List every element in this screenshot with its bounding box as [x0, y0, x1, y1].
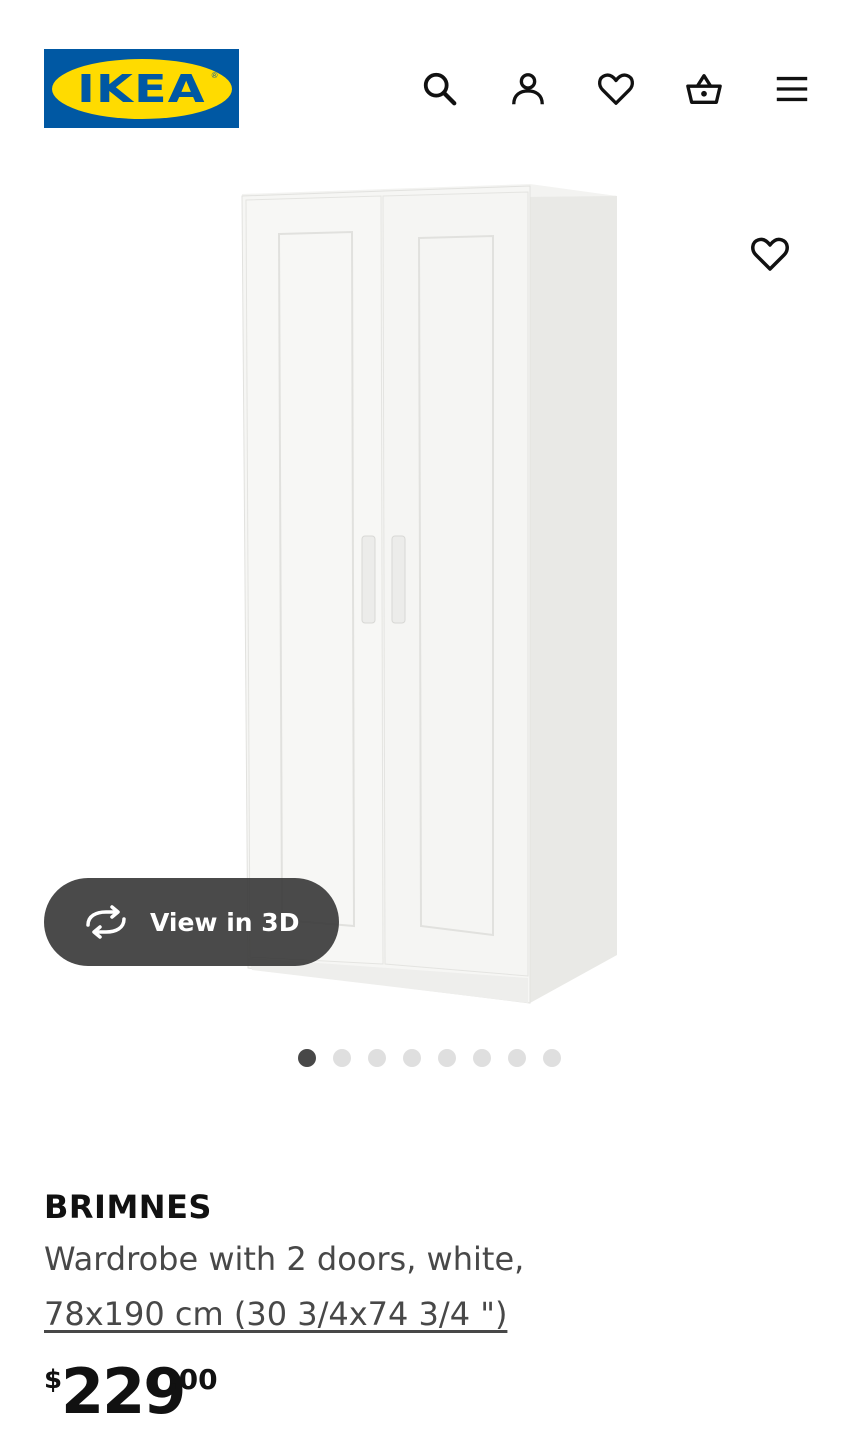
- product-page: IKEA ® View in 3D BRIMNES Wardrobe with …: [0, 0, 858, 1440]
- account-button[interactable]: [505, 66, 551, 112]
- favorites-icon: [598, 73, 634, 105]
- logo-wordmark: IKEA: [77, 66, 206, 111]
- logo-registered-mark: ®: [211, 70, 218, 80]
- add-to-favorites-button[interactable]: [746, 232, 794, 276]
- carousel-dot[interactable]: [437, 1049, 456, 1067]
- search-button[interactable]: [417, 66, 463, 112]
- view-in-3d-button[interactable]: View in 3D: [44, 878, 339, 966]
- menu-button[interactable]: [769, 66, 815, 112]
- carousel-dot[interactable]: [472, 1049, 491, 1067]
- rotate-3d-icon: [86, 905, 126, 939]
- cart-icon: [686, 74, 722, 104]
- account-icon: [512, 73, 544, 105]
- carousel-pagination: [0, 1049, 858, 1067]
- carousel-dot[interactable]: [542, 1049, 561, 1067]
- carousel-dot[interactable]: [402, 1049, 421, 1067]
- view-in-3d-label: View in 3D: [150, 907, 300, 937]
- wardrobe-side-panel: [530, 186, 617, 1003]
- cart-button[interactable]: [681, 66, 727, 112]
- carousel-dot[interactable]: [507, 1049, 526, 1067]
- menu-icon: [776, 76, 808, 102]
- left-door-handle: [361, 535, 376, 624]
- right-door-handle: [391, 535, 406, 624]
- search-icon: [423, 72, 457, 106]
- logo-oval: IKEA ®: [51, 58, 232, 119]
- price-decimal: .00: [168, 1363, 218, 1396]
- favorites-button[interactable]: [593, 66, 639, 112]
- product-description: Wardrobe with 2 doors, white,: [44, 1240, 525, 1278]
- price-currency: $: [44, 1365, 63, 1395]
- carousel-dot[interactable]: [332, 1049, 351, 1067]
- carousel-dot[interactable]: [367, 1049, 386, 1067]
- carousel-dot[interactable]: [297, 1049, 316, 1067]
- product-name: BRIMNES: [44, 1188, 212, 1226]
- ikea-logo[interactable]: IKEA ®: [44, 49, 239, 128]
- price-integer: 229: [61, 1355, 186, 1428]
- heart-icon: [751, 237, 789, 271]
- product-size-link[interactable]: 78x190 cm (30 3/4x74 3/4 "): [44, 1295, 507, 1333]
